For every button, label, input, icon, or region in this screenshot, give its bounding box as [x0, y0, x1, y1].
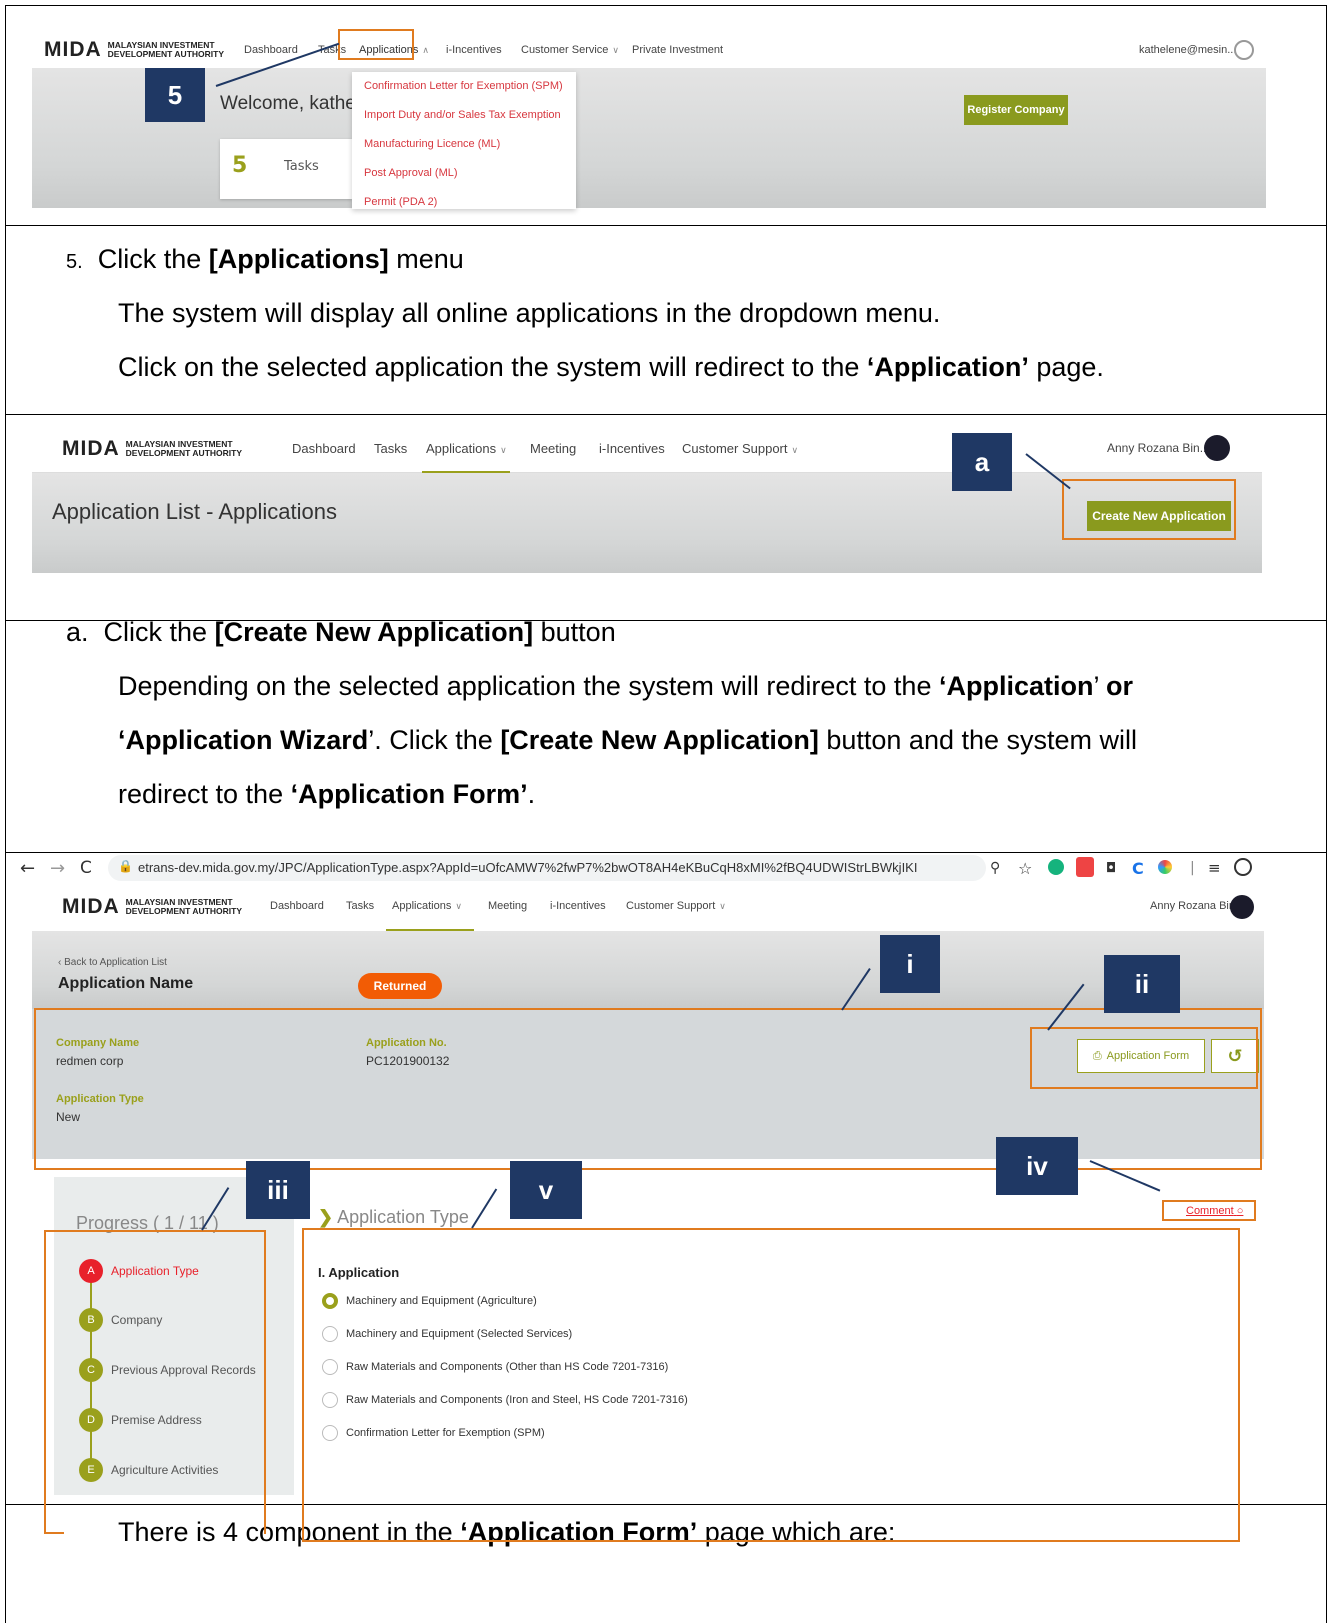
page-title: Application List - Applications [52, 499, 337, 524]
back-arrow-icon[interactable]: ← [20, 858, 35, 879]
address-bar[interactable]: 🔒 etrans-dev.mida.gov.my/JPC/Application… [108, 855, 986, 881]
tasks-count: 5 [232, 153, 248, 178]
nav-meeting-2[interactable]: Meeting [530, 441, 576, 456]
user-email[interactable]: kathelene@mesin... [1139, 44, 1236, 56]
top-nav: MIDA MALAYSIAN INVESTMENT DEVELOPMENT AUT… [32, 32, 1272, 68]
mida-logo: MIDA MALAYSIAN INVESTMENT DEVELOPMENT AUT… [44, 38, 224, 62]
dropdown-item-import-duty[interactable]: Import Duty and/or Sales Tax Exemption [352, 101, 576, 130]
user-avatar-icon[interactable] [1204, 435, 1230, 461]
reading-list-icon[interactable]: ≡ [1208, 859, 1221, 877]
dropdown-item-ml[interactable]: Manufacturing Licence (ML) [352, 130, 576, 159]
browser-toolbar: ← → C 🔒 etrans-dev.mida.gov.my/JPC/Appli… [6, 853, 1326, 883]
nav-tasks-3[interactable]: Tasks [346, 900, 374, 912]
back-to-list-link[interactable]: ‹ Back to Application List [58, 957, 167, 968]
extension-c-icon[interactable]: C [1132, 859, 1144, 878]
app-header-banner [32, 931, 1264, 1009]
step-5-line-2: The system will display all online appli… [118, 298, 941, 328]
highlight-v-form [302, 1228, 1240, 1542]
nav-incentives[interactable]: i-Incentives [446, 44, 502, 56]
document-page: MIDA MALAYSIAN INVESTMENT DEVELOPMENT AUT… [0, 0, 1333, 1623]
highlight-ii-buttons [1030, 1027, 1258, 1089]
step-a-line-3: ‘Application Wizard’. Click the [Create … [118, 725, 1138, 755]
callout-iv: iv [996, 1137, 1078, 1195]
step-5-line-3: Click on the selected application the sy… [118, 352, 1104, 382]
screenshot-application-form: ← → C 🔒 etrans-dev.mida.gov.my/JPC/Appli… [5, 852, 1327, 1623]
step-a-line-1: a. Click the [Create New Application] bu… [66, 620, 616, 647]
nav-private-investment[interactable]: Private Investment [632, 44, 723, 56]
reload-icon[interactable]: C [80, 858, 92, 878]
divider: | [1190, 860, 1195, 876]
highlight-create-button [1062, 479, 1236, 540]
highlight-iii-progress [44, 1230, 266, 1534]
mida-logo-3: MIDA MALAYSIAN INVESTMENT DEVELOPMENT AUT… [62, 895, 242, 918]
highlight-iv-comment [1162, 1200, 1256, 1221]
dropdown-item-permit[interactable]: Permit (PDA 2) [352, 188, 576, 217]
extension-new-icon[interactable] [1076, 857, 1094, 877]
tasks-card[interactable]: 5 Tasks [220, 139, 352, 199]
chevron-down-icon: ∨ [455, 901, 462, 911]
screenshot-application-list: MIDA MALAYSIAN INVESTMENT DEVELOPMENT AUT… [5, 414, 1327, 620]
status-badge: Returned [358, 973, 442, 999]
nav-customer-service[interactable]: Customer Service ∨ [521, 44, 619, 56]
profile-icon[interactable] [1234, 858, 1252, 876]
logo-mark: MIDA [44, 38, 102, 61]
camera-icon[interactable]: ◘ [1106, 861, 1116, 876]
mida-logo-2: MIDA MALAYSIAN INVESTMENT DEVELOPMENT AUT… [62, 437, 242, 460]
application-name-title: Application Name [58, 975, 194, 992]
forward-arrow-icon[interactable]: → [50, 858, 65, 879]
chevron-down-icon: ∨ [612, 45, 620, 55]
nav-tasks-2[interactable]: Tasks [374, 441, 407, 456]
url-text: etrans-dev.mida.gov.my/JPC/ApplicationTy… [138, 860, 918, 875]
nav-incentives-2[interactable]: i-Incentives [599, 441, 665, 456]
callout-5: 5 [145, 68, 205, 122]
nav-customer-support-3[interactable]: Customer Support ∨ [626, 900, 726, 912]
nav-dashboard-3[interactable]: Dashboard [270, 900, 324, 912]
step-a-line-2: Depending on the selected application th… [118, 671, 1133, 701]
star-icon[interactable]: ☆ [1018, 859, 1032, 878]
logo-text: MALAYSIAN INVESTMENT DEVELOPMENT AUTHORIT… [107, 40, 224, 59]
callout-iii: iii [246, 1161, 310, 1219]
callout-ii: ii [1104, 955, 1180, 1013]
top-nav-3: MIDA MALAYSIAN INVESTMENT DEVELOPMENT AUT… [32, 885, 1262, 931]
tasks-label: Tasks [284, 159, 319, 174]
callout-a: a [952, 433, 1012, 491]
screenshot-applications-menu: MIDA MALAYSIAN INVESTMENT DEVELOPMENT AUT… [5, 5, 1327, 225]
nav-meeting-3[interactable]: Meeting [488, 900, 527, 912]
register-company-button[interactable]: Register Company [964, 95, 1068, 125]
user-avatar-icon[interactable] [1230, 895, 1254, 919]
nav-applications-2[interactable]: Applications ∨ [426, 441, 507, 456]
applications-dropdown: Confirmation Letter for Exemption (SPM) … [352, 72, 576, 209]
user-avatar-icon[interactable] [1234, 40, 1254, 60]
callout-v: v [510, 1161, 582, 1219]
chevron-right-icon: ❯ [318, 1207, 334, 1227]
top-nav-2: MIDA MALAYSIAN INVESTMENT DEVELOPMENT AUT… [32, 425, 1262, 473]
color-picker-icon[interactable] [1158, 860, 1172, 874]
step-a-instructions: a. Click the [Create New Application] bu… [5, 620, 1327, 852]
highlight-iii-bottom [44, 1532, 64, 1534]
zoom-icon[interactable]: ⚲ [990, 860, 1000, 876]
welcome-text: Welcome, kathe [220, 93, 356, 114]
step-a-line-4: redirect to the ‘Application Form’. [118, 779, 536, 809]
nav-dashboard-2[interactable]: Dashboard [292, 441, 356, 456]
nav-applications-3[interactable]: Applications ∨ [392, 900, 462, 912]
dropdown-item-spm[interactable]: Confirmation Letter for Exemption (SPM) [352, 72, 576, 101]
chevron-up-icon: ∧ [422, 45, 429, 55]
chevron-down-icon: ∨ [500, 445, 507, 455]
section-title: ❯ Application Type [318, 1207, 469, 1227]
callout-i: i [880, 935, 940, 993]
highlight-applications [338, 29, 414, 60]
user-name-2[interactable]: Anny Rozana Bin... [1107, 441, 1210, 455]
step-5-instructions: 5. Click the [Applications] menu The sys… [5, 225, 1327, 414]
chevron-down-icon: ∨ [791, 445, 799, 455]
chevron-down-icon: ∨ [719, 901, 726, 911]
grammarly-icon[interactable] [1048, 859, 1064, 875]
lock-icon: 🔒 [118, 859, 133, 873]
nav-dashboard[interactable]: Dashboard [244, 44, 298, 56]
nav-customer-support-2[interactable]: Customer Support ∨ [682, 441, 798, 456]
welcome-banner [32, 68, 1266, 208]
step-5-line-1: 5. Click the [Applications] menu [66, 244, 464, 274]
nav-incentives-3[interactable]: i-Incentives [550, 900, 606, 912]
dropdown-item-post-approval[interactable]: Post Approval (ML) [352, 159, 576, 188]
